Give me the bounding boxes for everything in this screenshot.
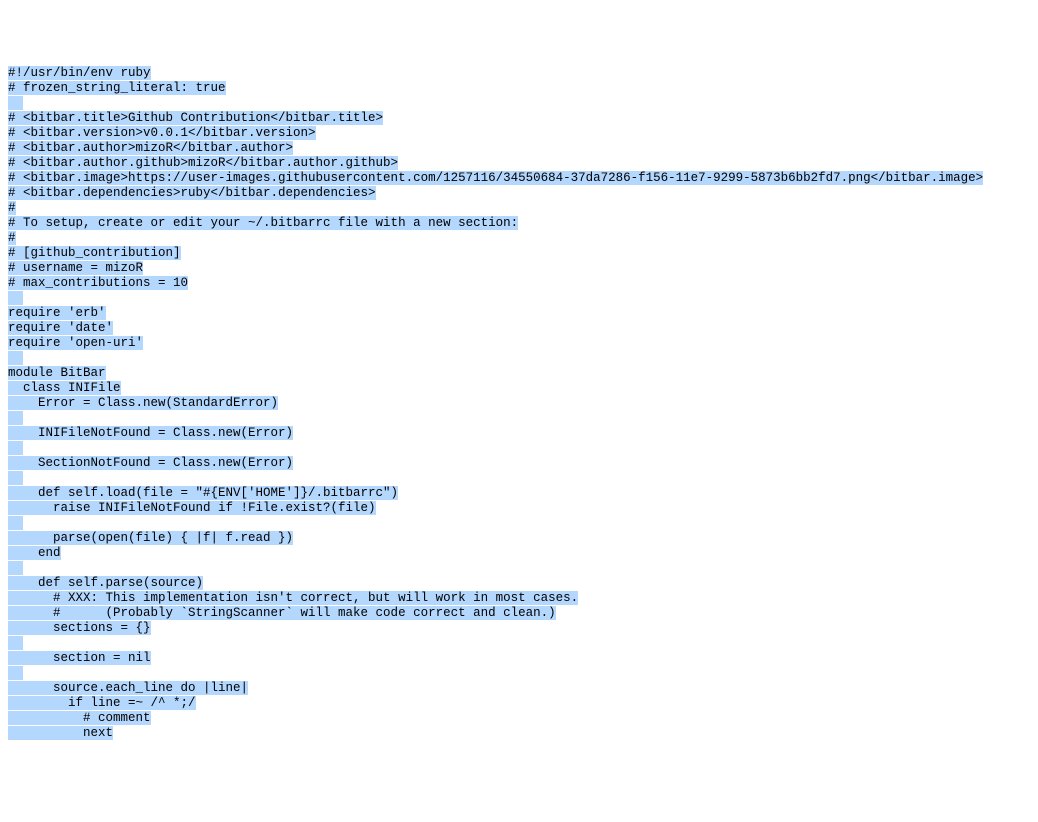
selected-text: SectionNotFound = Class.new(Error) [8, 456, 293, 470]
code-line: # <bitbar.title>Github Contribution</bit… [8, 111, 1030, 126]
selected-text: section = nil [8, 651, 151, 665]
code-block: #!/usr/bin/env ruby# frozen_string_liter… [8, 66, 1030, 741]
selected-text: # XXX: This implementation isn't correct… [8, 591, 578, 605]
code-line: # [8, 231, 1030, 246]
code-line: # username = mizoR [8, 261, 1030, 276]
selected-text: # frozen_string_literal: true [8, 81, 226, 95]
selected-text [8, 441, 23, 455]
selected-text: source.each_line do |line| [8, 681, 248, 695]
code-line: parse(open(file) { |f| f.read }) [8, 531, 1030, 546]
selected-text: sections = {} [8, 621, 151, 635]
selected-text: require 'erb' [8, 306, 106, 320]
code-line [8, 471, 1030, 486]
code-line: SectionNotFound = Class.new(Error) [8, 456, 1030, 471]
selected-text: # comment [8, 711, 151, 725]
code-line [8, 636, 1030, 651]
selected-text: INIFileNotFound = Class.new(Error) [8, 426, 293, 440]
code-line: # To setup, create or edit your ~/.bitba… [8, 216, 1030, 231]
code-line: section = nil [8, 651, 1030, 666]
code-line: # (Probably `StringScanner` will make co… [8, 606, 1030, 621]
selected-text: require 'date' [8, 321, 113, 335]
code-line [8, 666, 1030, 681]
selected-text: # <bitbar.author.github>mizoR</bitbar.au… [8, 156, 398, 170]
code-line: # [github_contribution] [8, 246, 1030, 261]
code-line: # comment [8, 711, 1030, 726]
code-line: def self.parse(source) [8, 576, 1030, 591]
selected-text: # [github_contribution] [8, 246, 181, 260]
code-line: INIFileNotFound = Class.new(Error) [8, 426, 1030, 441]
code-line: Error = Class.new(StandardError) [8, 396, 1030, 411]
code-line [8, 291, 1030, 306]
code-line [8, 516, 1030, 531]
selected-text: module BitBar [8, 366, 106, 380]
selected-text: raise INIFileNotFound if !File.exist?(fi… [8, 501, 376, 515]
selected-text [8, 636, 23, 650]
selected-text: end [8, 546, 61, 560]
code-line: # <bitbar.dependencies>ruby</bitbar.depe… [8, 186, 1030, 201]
code-line: class INIFile [8, 381, 1030, 396]
code-line: # XXX: This implementation isn't correct… [8, 591, 1030, 606]
code-line: require 'erb' [8, 306, 1030, 321]
code-line [8, 96, 1030, 111]
selected-text [8, 471, 23, 485]
selected-text: # <bitbar.version>v0.0.1</bitbar.version… [8, 126, 316, 140]
selected-text: # max_contributions = 10 [8, 276, 188, 290]
code-line: # max_contributions = 10 [8, 276, 1030, 291]
code-line: next [8, 726, 1030, 741]
selected-text [8, 351, 23, 365]
code-line: # <bitbar.author>mizoR</bitbar.author> [8, 141, 1030, 156]
code-line: # <bitbar.image>https://user-images.gith… [8, 171, 1030, 186]
selected-text: def self.load(file = "#{ENV['HOME']}/.bi… [8, 486, 398, 500]
selected-text [8, 561, 23, 575]
code-line: end [8, 546, 1030, 561]
code-line [8, 561, 1030, 576]
selected-text: parse(open(file) { |f| f.read }) [8, 531, 293, 545]
selected-text: next [8, 726, 113, 740]
selected-text: # (Probably `StringScanner` will make co… [8, 606, 556, 620]
selected-text: # <bitbar.image>https://user-images.gith… [8, 171, 983, 185]
selected-text: # [8, 201, 16, 215]
code-line: def self.load(file = "#{ENV['HOME']}/.bi… [8, 486, 1030, 501]
code-line [8, 351, 1030, 366]
selected-text: # To setup, create or edit your ~/.bitba… [8, 216, 518, 230]
selected-text: Error = Class.new(StandardError) [8, 396, 278, 410]
code-line: if line =~ /^ *;/ [8, 696, 1030, 711]
code-line: source.each_line do |line| [8, 681, 1030, 696]
selected-text: class INIFile [8, 381, 121, 395]
selected-text [8, 411, 23, 425]
selected-text [8, 96, 23, 110]
selected-text: # <bitbar.title>Github Contribution</bit… [8, 111, 383, 125]
code-line [8, 441, 1030, 456]
selected-text: # [8, 231, 16, 245]
selected-text: # username = mizoR [8, 261, 143, 275]
selected-text: def self.parse(source) [8, 576, 203, 590]
selected-text: #!/usr/bin/env ruby [8, 66, 151, 80]
code-line: #!/usr/bin/env ruby [8, 66, 1030, 81]
code-line: module BitBar [8, 366, 1030, 381]
code-line [8, 411, 1030, 426]
selected-text [8, 516, 23, 530]
selected-text [8, 291, 23, 305]
code-line: # [8, 201, 1030, 216]
code-line: sections = {} [8, 621, 1030, 636]
selected-text [8, 666, 23, 680]
code-line: # <bitbar.author.github>mizoR</bitbar.au… [8, 156, 1030, 171]
code-line: # frozen_string_literal: true [8, 81, 1030, 96]
code-line: require 'date' [8, 321, 1030, 336]
code-line: require 'open-uri' [8, 336, 1030, 351]
selected-text: if line =~ /^ *;/ [8, 696, 196, 710]
selected-text: require 'open-uri' [8, 336, 143, 350]
code-line: raise INIFileNotFound if !File.exist?(fi… [8, 501, 1030, 516]
selected-text: # <bitbar.author>mizoR</bitbar.author> [8, 141, 293, 155]
code-line: # <bitbar.version>v0.0.1</bitbar.version… [8, 126, 1030, 141]
selected-text: # <bitbar.dependencies>ruby</bitbar.depe… [8, 186, 376, 200]
